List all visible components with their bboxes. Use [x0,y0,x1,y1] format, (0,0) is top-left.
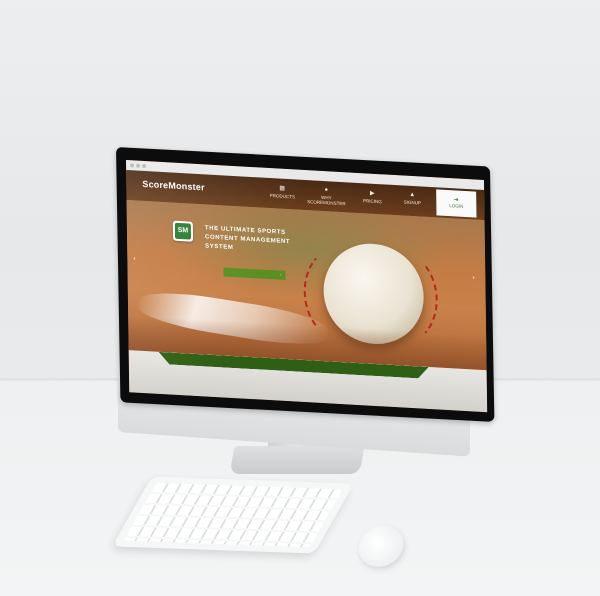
sm-badge-logo: SM [172,220,194,242]
slider-next-icon[interactable]: › [472,274,474,281]
monitor-stand-base [229,446,365,474]
chevron-right-icon: › [280,272,282,277]
nav-item-pricing[interactable]: ▶ PRICING [352,189,392,205]
nav-item-why[interactable]: ● WHY SCOREMONSTER [306,186,346,206]
website-screen: ScoreMonster ▦ PRODUCTS ● WHY SCOREMONST… [126,160,488,413]
home-icon: ▲ [409,191,416,199]
keyboard-image [112,476,354,554]
info-icon: ● [324,187,329,194]
window-minimize-dot[interactable] [136,163,141,168]
keyboard-keys [123,482,343,548]
sm-badge-text: SM [174,222,192,240]
nav-label: SIGNUP [403,199,422,206]
window-zoom-dot[interactable] [142,163,147,169]
grid-icon: ▦ [279,185,286,192]
slider-prev-icon[interactable]: ‹ [133,255,135,262]
nav-label: PRICING [362,198,382,205]
tag-icon: ▶ [369,190,375,197]
login-label: LOGIN [449,203,464,209]
login-button[interactable]: ➜ LOGIN [436,189,477,218]
login-icon: ➜ [453,197,459,204]
nav-item-products[interactable]: ▦ PRODUCTS [262,184,302,200]
window-close-dot[interactable] [130,163,135,168]
nav-item-signup[interactable]: ▲ SIGNUP [392,191,432,206]
